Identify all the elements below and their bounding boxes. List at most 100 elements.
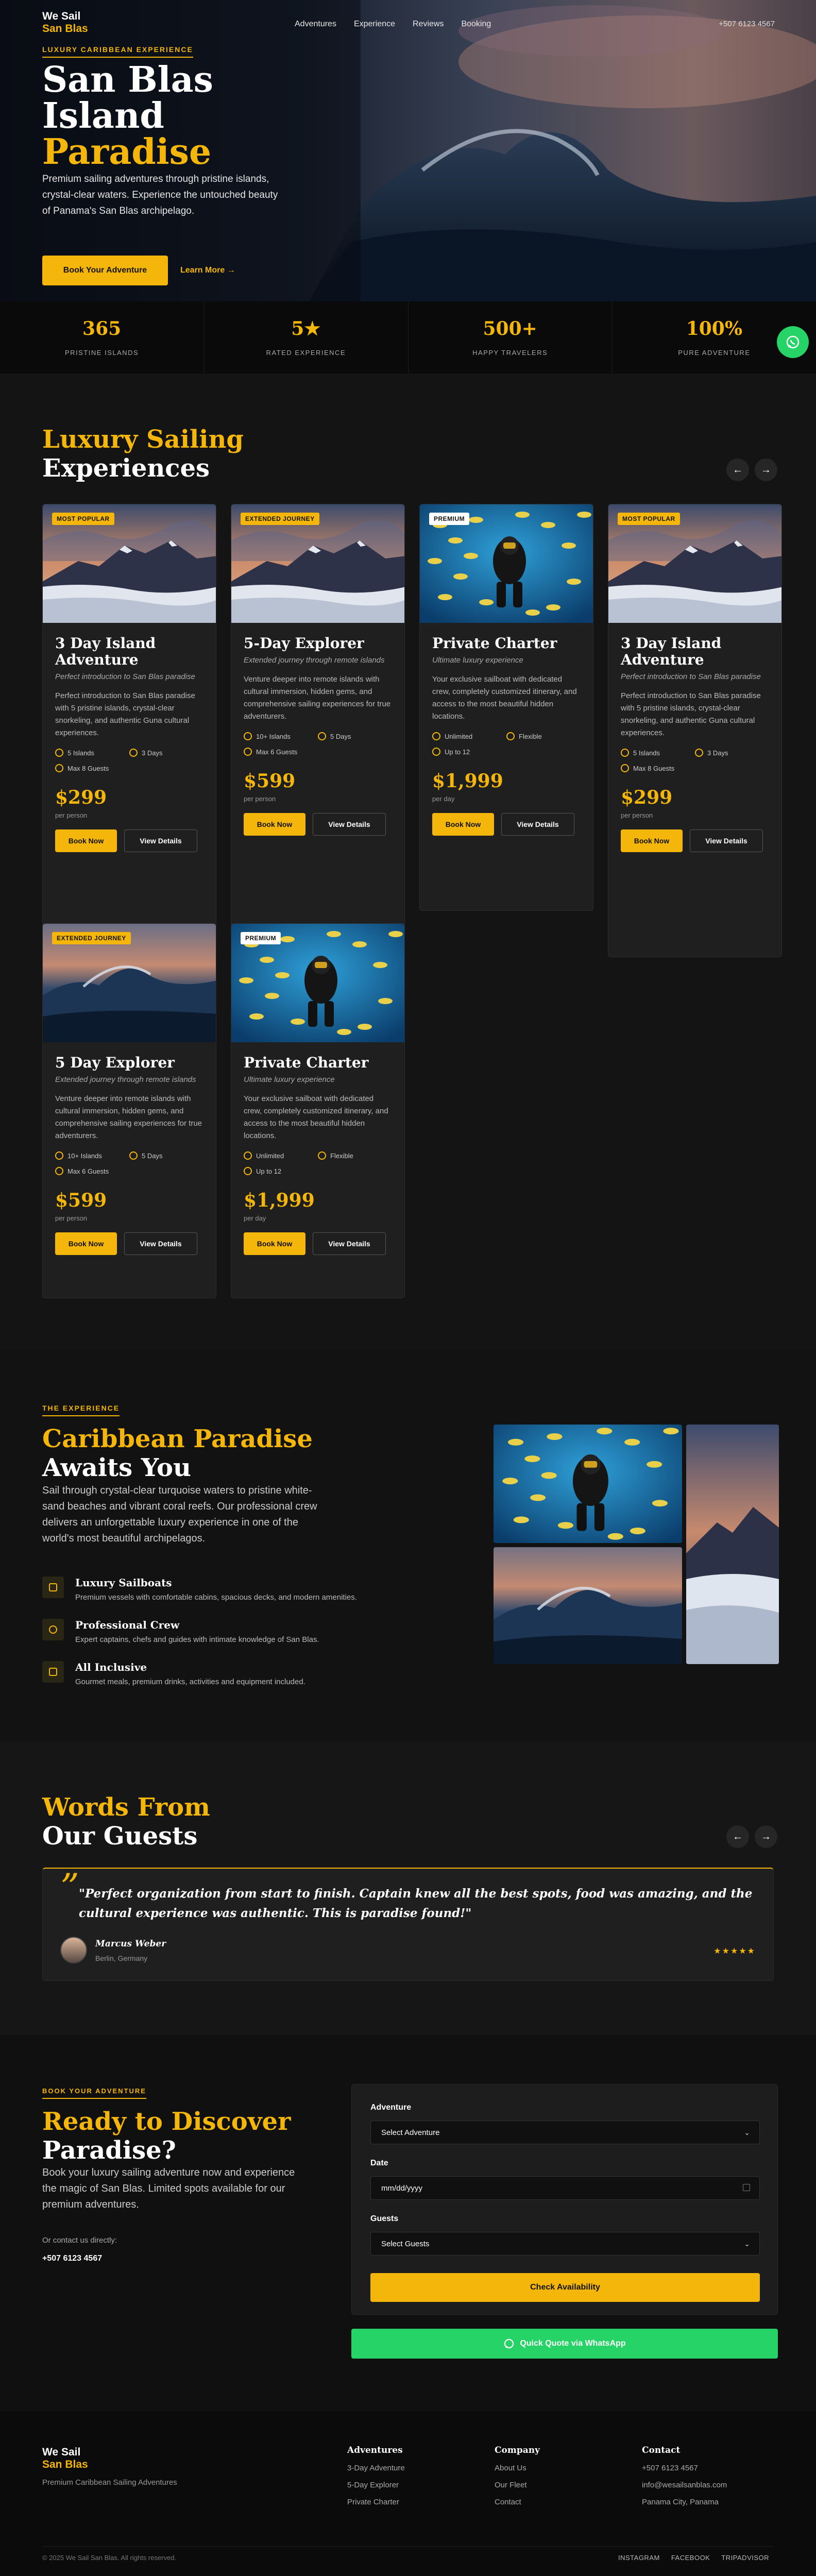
booking-description: Book your luxury sailing adventure now a… (42, 2167, 295, 2210)
guests-select[interactable]: Select Guests ⌄ (370, 2232, 760, 2256)
footer-link[interactable]: Our Fleet (495, 2481, 540, 2489)
footer-link[interactable]: 5-Day Explorer (347, 2481, 405, 2489)
gallery-diver-image (494, 1425, 682, 1543)
adventure-select[interactable]: Select Adventure ⌄ (370, 2121, 760, 2144)
card-actions: Book Now View Details (244, 1232, 392, 1255)
crew-icon (42, 1619, 64, 1640)
card-image-diver: PREMIUM (420, 504, 593, 623)
footer-link[interactable]: Private Charter (347, 2498, 405, 2506)
view-details-button[interactable]: View Details (501, 813, 574, 836)
social-links: INSTAGRAM FACEBOOK TRIPADVISOR (618, 2554, 769, 2562)
card-body: Private Charter Ultimate luxury experienc… (231, 1042, 404, 1255)
footer-logo[interactable]: We Sail San Blas (42, 2446, 88, 2471)
nav-link-booking[interactable]: Booking (461, 20, 491, 29)
card-feature: Max 8 Guests (55, 764, 129, 772)
experience-card: PREMIUM Private Charter Ultimate luxury ex… (419, 504, 593, 911)
footer-phone[interactable]: +507 6123 4567 (642, 2464, 727, 2472)
card-feature: Flexible (318, 1151, 392, 1160)
card-price: $299 (55, 787, 107, 808)
feature-title: Luxury Sailboats (75, 1577, 172, 1589)
gallery-mountain-image (686, 1425, 779, 1664)
date-input[interactable]: mm/dd/yyyy (370, 2176, 760, 2200)
card-description: Perfect introduction to San Blas paradis… (55, 691, 195, 737)
card-description: Perfect introduction to San Blas paradis… (621, 691, 761, 737)
hero-section: We Sail San Blas Adventures Experience R… (0, 0, 816, 301)
book-now-button[interactable]: Book Now (55, 1232, 117, 1255)
footer-link[interactable]: About Us (495, 2464, 540, 2472)
whatsapp-quote-button[interactable]: Quick Quote via WhatsApp (351, 2329, 778, 2359)
clock-icon (318, 732, 326, 740)
experience-card: EXTENDED JOURNEY 5-Day Explorer Extended j… (231, 504, 405, 957)
card-feature: Unlimited (432, 732, 506, 740)
card-feature-label: 3 Days (707, 749, 728, 757)
card-features: 5 Islands 3 Days Max 8 Guests (621, 749, 769, 772)
view-details-button[interactable]: View Details (690, 829, 763, 852)
booking-title-line1: Ready to Discover (42, 2107, 291, 2136)
card-feature-label: Flexible (519, 732, 542, 740)
whatsapp-icon (504, 2338, 514, 2349)
carousel-next-button[interactable]: → (755, 459, 777, 481)
social-instagram-link[interactable]: INSTAGRAM (618, 2554, 660, 2562)
card-description: Your exclusive sailboat with dedicated c… (244, 1094, 388, 1140)
card-badge: EXTENDED JOURNEY (52, 932, 131, 944)
book-now-button[interactable]: Book Now (55, 829, 117, 852)
card-subtitle: Extended journey through remote islands (244, 656, 385, 665)
reviews-section: Words From Our Guests ← → ” "Perfect org… (0, 1741, 816, 2035)
card-price: $599 (244, 770, 296, 792)
logo-line1: We Sail (42, 10, 81, 22)
card-feature-label: Unlimited (445, 732, 473, 740)
card-feature: 10+ Islands (55, 1151, 129, 1160)
nav-link-experience[interactable]: Experience (354, 20, 395, 29)
card-feature-label: 10+ Islands (67, 1151, 102, 1160)
card-feature: 10+ Islands (244, 732, 318, 740)
view-details-button[interactable]: View Details (313, 1232, 386, 1255)
site-logo[interactable]: We Sail San Blas (42, 10, 88, 35)
nav-phone[interactable]: +507 6123 4567 (719, 20, 775, 28)
footer-link[interactable]: 3-Day Adventure (347, 2464, 405, 2472)
card-feature-label: Max 6 Guests (67, 1167, 109, 1175)
footer-link[interactable]: Contact (495, 2498, 540, 2506)
feature-title: Professional Crew (75, 1619, 180, 1631)
check-availability-button[interactable]: Check Availability (370, 2273, 760, 2302)
islands-icon (432, 732, 440, 740)
card-actions: Book Now View Details (621, 829, 769, 852)
card-description: Venture deeper into remote islands with … (55, 1094, 202, 1140)
stat-travelers: 500+ HAPPY TRAVELERS (409, 301, 613, 374)
quote-mark: ” (60, 1866, 79, 1909)
nav-link-adventures[interactable]: Adventures (295, 20, 336, 29)
stat-rating: 5★ RATED EXPERIENCE (204, 301, 409, 374)
card-feature: 5 Islands (55, 749, 129, 757)
learn-more-link[interactable]: Learn More → (180, 266, 235, 275)
experiences-title: Luxury Sailing Experiences (42, 425, 244, 483)
view-details-button[interactable]: View Details (124, 829, 197, 852)
card-features: 10+ Islands 5 Days Max 6 Guests (55, 1151, 203, 1175)
stat-value: 5★ (291, 318, 321, 340)
carousel-prev-button[interactable]: ← (726, 459, 749, 481)
card-price-unit: per day (244, 1214, 266, 1222)
book-adventure-button[interactable]: Book Your Adventure (42, 256, 168, 285)
social-tripadvisor-link[interactable]: TRIPADVISOR (721, 2554, 769, 2562)
book-now-button[interactable]: Book Now (432, 813, 494, 836)
card-image-wave: EXTENDED JOURNEY (43, 924, 216, 1042)
footer-address: Panama City, Panama (642, 2498, 719, 2506)
view-details-button[interactable]: View Details (313, 813, 386, 836)
view-details-button[interactable]: View Details (124, 1232, 197, 1255)
contact-phone[interactable]: +507 6123 4567 (42, 2254, 102, 2263)
social-facebook-link[interactable]: FACEBOOK (671, 2554, 710, 2562)
guests-icon (244, 1167, 252, 1175)
card-body: 3 Day Island Adventure Perfect introducti… (608, 623, 781, 852)
nav-link-reviews[interactable]: Reviews (413, 20, 444, 29)
reviews-next-button[interactable]: → (755, 1825, 777, 1848)
book-now-button[interactable]: Book Now (244, 1232, 305, 1255)
whatsapp-float-button[interactable] (777, 326, 809, 358)
paradise-kicker: THE EXPERIENCE (42, 1404, 120, 1416)
card-price-unit: per person (244, 795, 276, 803)
reviewer-location: Berlin, Germany (95, 1954, 148, 1962)
book-now-button[interactable]: Book Now (244, 813, 305, 836)
calendar-icon[interactable] (743, 2184, 750, 2191)
footer-email[interactable]: info@wesailsanblas.com (642, 2481, 727, 2489)
feature-all-inclusive: All Inclusive Gourmet meals, premium dri… (42, 1661, 305, 1686)
book-now-button[interactable]: Book Now (621, 829, 683, 852)
reviews-prev-button[interactable]: ← (726, 1825, 749, 1848)
card-image-mountain: EXTENDED JOURNEY (231, 504, 404, 623)
